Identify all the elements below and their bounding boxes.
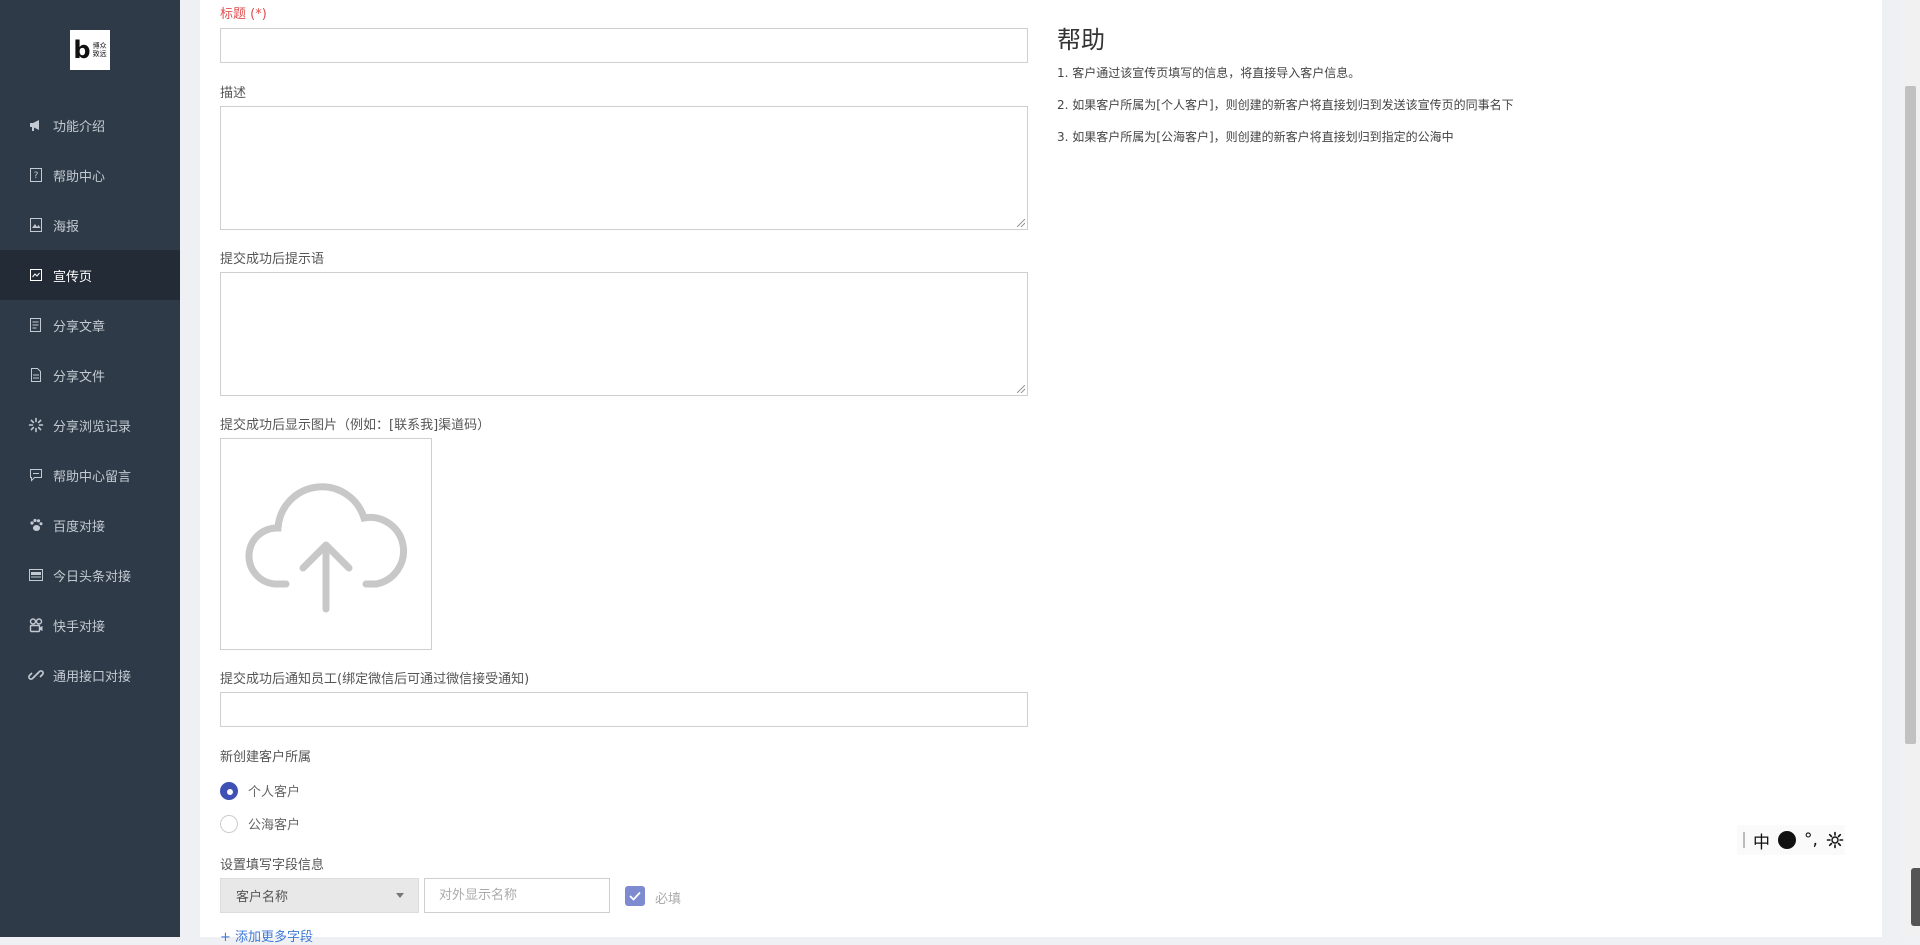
- radio-public-pool-customer[interactable]: 公海客户: [220, 814, 300, 833]
- description-label: 描述: [220, 86, 247, 101]
- help-title: 帮助: [1057, 26, 1105, 54]
- caret-down-icon: [396, 893, 404, 898]
- sidebar-item-features[interactable]: 功能介绍: [0, 100, 180, 150]
- sidebar-item-poster[interactable]: 海报: [0, 200, 180, 250]
- radio-label: 公海客户: [248, 818, 301, 833]
- notify-employee-input[interactable]: [220, 692, 1028, 727]
- sidebar-item-label: 分享浏览记录: [53, 419, 132, 435]
- success-image-label: 提交成功后显示图片（例如：[联系我]渠道码）: [220, 418, 491, 433]
- sidebar-item-share-file[interactable]: 分享文件: [0, 350, 180, 400]
- sidebar-item-label: 分享文章: [53, 319, 106, 335]
- field-type-select[interactable]: 客户名称: [220, 878, 419, 913]
- ime-punctuation-toggle[interactable]: °,: [1804, 830, 1818, 850]
- sidebar-item-help-center[interactable]: ? 帮助中心: [0, 150, 180, 200]
- logo-text: 博众 致远: [92, 42, 107, 58]
- svg-text:?: ?: [34, 171, 39, 181]
- sidebar-item-share-views[interactable]: 分享浏览记录: [0, 400, 180, 450]
- loading-icon: [28, 417, 44, 433]
- promo-page-icon: [28, 267, 44, 283]
- ime-toolbar: 中 °,: [1737, 825, 1845, 855]
- help-line: 1. 客户通过该宣传页填写的信息，将直接导入客户信息。: [1057, 66, 1361, 80]
- sidebar-item-api[interactable]: 通用接口对接: [0, 650, 180, 700]
- message-icon: [28, 467, 44, 483]
- sidebar-item-label: 海报: [53, 219, 80, 235]
- article-icon: [28, 317, 44, 333]
- ime-handle[interactable]: [1743, 832, 1745, 848]
- help-line: 2. 如果客户所属为[个人客户]，则创建的新客户将直接划归到发送该宣传页的同事名…: [1057, 98, 1514, 112]
- toutiao-icon: [28, 567, 44, 583]
- help-line: 3. 如果客户所属为[公海客户]，则创建的新客户将直接划归到指定的公海中: [1057, 130, 1454, 144]
- radio-personal-customer[interactable]: 个人客户: [220, 781, 300, 800]
- fields-label: 设置填写字段信息: [220, 858, 325, 873]
- title-label: 标题 (*): [220, 7, 267, 22]
- sidebar-item-kuaishou[interactable]: 快手对接: [0, 600, 180, 650]
- sidebar: b 博众 致远 功能介绍 ? 帮助中心 海报 宣传页 分享文章 分享文件 分享浏…: [0, 0, 180, 937]
- edge-panel-tab[interactable]: [1911, 868, 1920, 926]
- logo[interactable]: b 博众 致远: [70, 30, 110, 70]
- sidebar-item-label: 百度对接: [53, 519, 106, 535]
- paw-icon: [28, 517, 44, 533]
- sidebar-item-promo-page[interactable]: 宣传页: [0, 250, 180, 300]
- add-more-fields-link[interactable]: + 添加更多字段: [220, 926, 313, 945]
- notify-label: 提交成功后通知员工(绑定微信后可通过微信接受通知): [220, 672, 530, 687]
- image-upload-box[interactable]: [220, 438, 432, 650]
- sidebar-item-label: 帮助中心: [53, 169, 106, 185]
- description-textarea[interactable]: [220, 106, 1028, 230]
- success-message-textarea[interactable]: [220, 272, 1028, 396]
- kuaishou-icon: [28, 617, 44, 633]
- sidebar-item-label: 帮助中心留言: [53, 469, 132, 485]
- scrollbar-thumb[interactable]: [1905, 86, 1916, 744]
- gear-icon[interactable]: [1826, 831, 1844, 849]
- logo-mark: b: [73, 36, 91, 64]
- sidebar-item-label: 分享文件: [53, 369, 106, 385]
- sidebar-nav: 功能介绍 ? 帮助中心 海报 宣传页 分享文章 分享文件 分享浏览记录 帮助中心: [0, 100, 180, 700]
- poster-icon: [28, 217, 44, 233]
- sidebar-item-label: 通用接口对接: [53, 669, 132, 685]
- sidebar-item-baidu[interactable]: 百度对接: [0, 500, 180, 550]
- ime-fullwidth-icon[interactable]: [1778, 831, 1796, 849]
- resize-grip-icon[interactable]: [1017, 219, 1025, 227]
- megaphone-icon: [28, 117, 44, 133]
- checkmark-icon: [629, 891, 641, 901]
- sidebar-item-label: 快手对接: [53, 619, 106, 635]
- ime-language-toggle[interactable]: 中: [1753, 828, 1770, 853]
- help-book-icon: ?: [28, 167, 44, 183]
- display-name-input[interactable]: [424, 878, 610, 913]
- radio-button[interactable]: [220, 814, 238, 833]
- required-label: 必填: [655, 892, 682, 907]
- link-icon: [28, 667, 44, 683]
- success-message-label: 提交成功后提示语: [220, 252, 325, 267]
- title-input[interactable]: [220, 28, 1028, 63]
- sidebar-item-label: 功能介绍: [53, 119, 106, 135]
- cloud-upload-icon: [245, 483, 408, 613]
- sidebar-item-share-article[interactable]: 分享文章: [0, 300, 180, 350]
- sidebar-item-label: 今日头条对接: [53, 569, 132, 585]
- sidebar-item-label: 宣传页: [53, 269, 93, 285]
- sidebar-item-toutiao[interactable]: 今日头条对接: [0, 550, 180, 600]
- radio-label: 个人客户: [248, 785, 301, 800]
- sidebar-item-help-messages[interactable]: 帮助中心留言: [0, 450, 180, 500]
- select-value: 客户名称: [236, 890, 289, 905]
- required-checkbox[interactable]: [625, 886, 645, 906]
- radio-button[interactable]: [220, 781, 238, 800]
- file-icon: [28, 367, 44, 383]
- resize-grip-icon[interactable]: [1017, 385, 1025, 393]
- owner-label: 新创建客户所属: [220, 750, 312, 765]
